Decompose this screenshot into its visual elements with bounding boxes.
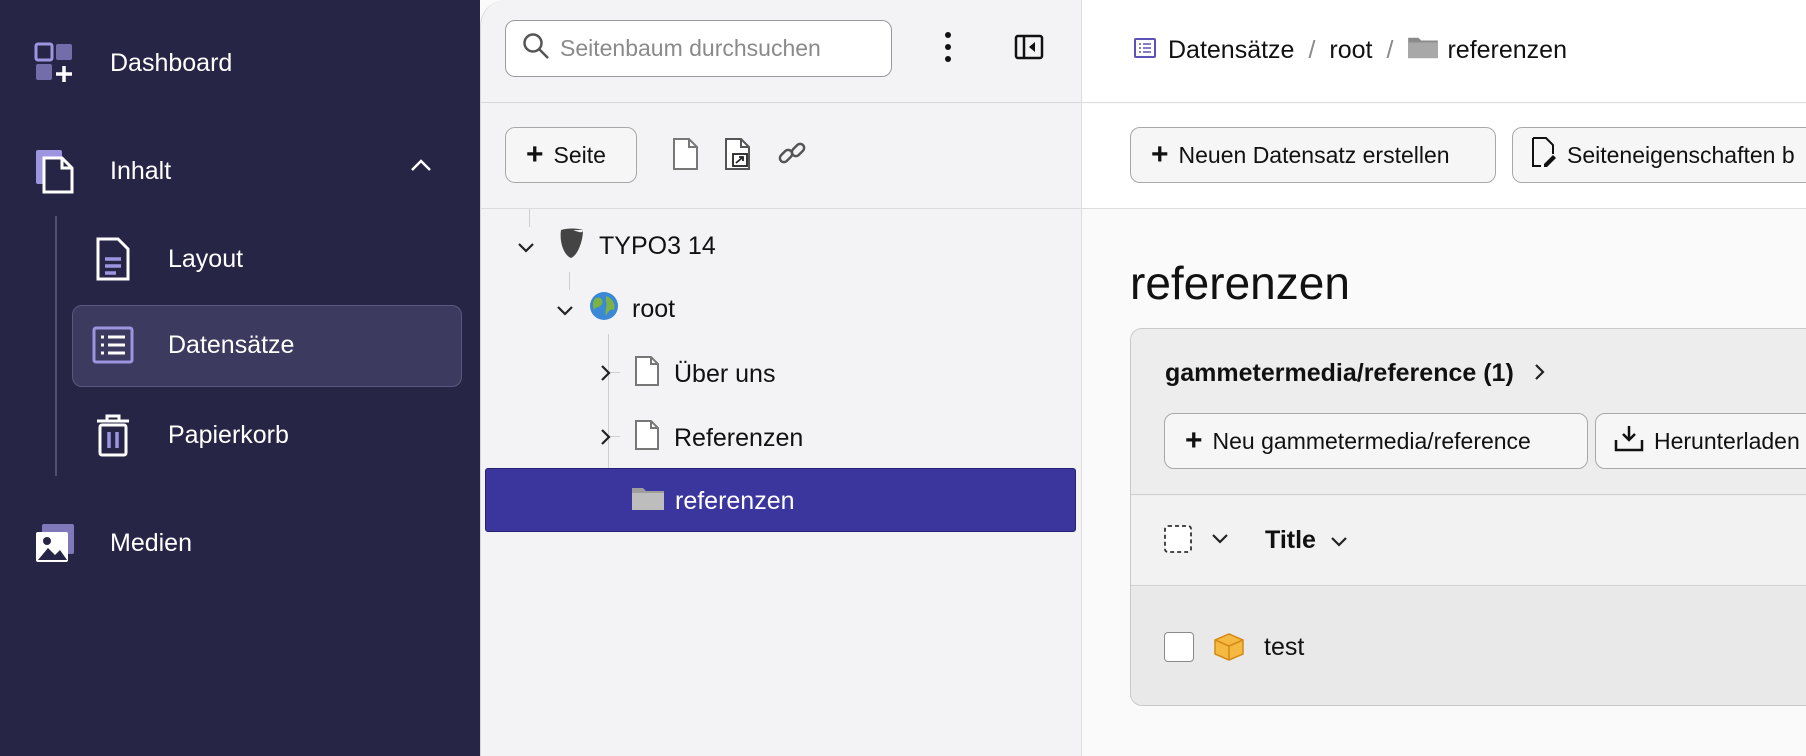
breadcrumb-separator: / [1308,36,1316,64]
tree-node-label: Referenzen [674,424,804,452]
page-tree-panel: + Seite TYPO3 14 root [480,0,1081,756]
page-icon [634,355,660,394]
more-options-icon[interactable] [943,30,953,69]
column-title-label: Title [1265,526,1316,554]
column-header-title[interactable]: Title [1265,526,1348,555]
edit-page-icon [1531,136,1557,174]
content-icon [32,148,78,194]
page-icon [634,419,660,458]
chevron-up-icon[interactable] [410,158,432,177]
record-panel-header: gammetermedia/reference (1) + Neu gammet… [1131,329,1806,495]
collapse-tree-icon[interactable] [1014,34,1044,65]
sidebar-item-layout[interactable]: Layout [90,236,243,282]
submenu-guide-line [55,216,57,476]
link-icon[interactable] [776,137,808,174]
trash-icon [90,412,136,458]
record-table-panel: gammetermedia/reference (1) + Neu gammet… [1130,328,1806,706]
new-page-button[interactable]: + Seite [505,127,637,183]
plus-icon: + [1185,424,1203,457]
layout-icon [90,236,136,282]
table-header-row: Title [1131,496,1806,586]
chevron-right-icon[interactable] [600,424,630,453]
sidebar-item-datensaetze[interactable]: Datensätze [90,322,294,368]
tree-node-label: TYPO3 14 [599,232,716,260]
row-checkbox[interactable] [1164,632,1194,662]
breadcrumb-item[interactable]: referenzen [1447,36,1567,65]
new-page-icon[interactable] [671,137,699,176]
record-title[interactable]: test [1264,633,1304,662]
chevron-down-icon[interactable] [517,232,547,261]
breadcrumb-separator: / [1386,36,1394,64]
sidebar-item-inhalt[interactable]: Inhalt [32,148,171,194]
download-icon [1614,424,1644,458]
search-input[interactable] [560,35,880,62]
sidebar-item-label: Medien [110,528,192,557]
tree-node-ueber-uns[interactable]: Über uns [600,355,775,394]
page-tree-header [481,0,1081,103]
dashboard-icon [32,40,78,86]
page-properties-button[interactable]: Seiteneigenschaften b [1512,127,1806,183]
media-icon [32,520,78,566]
breadcrumb-item[interactable]: Datensätze [1168,36,1294,65]
tree-node-label: root [632,295,676,323]
tree-node-referenzen-page[interactable]: Referenzen [600,419,803,458]
tree-node-label: Über uns [674,360,776,388]
sidebar-item-papierkorb[interactable]: Papierkorb [90,412,289,458]
plus-icon: + [1151,138,1169,171]
record-box-icon [1213,632,1245,667]
globe-icon [588,290,620,329]
sidebar-item-label: Papierkorb [168,420,289,449]
sidebar-item-dashboard[interactable]: Dashboard [32,40,232,86]
tree-node-typo3[interactable]: TYPO3 14 [517,226,716,267]
folder-icon [631,484,665,519]
page-shortcut-icon[interactable] [723,137,753,176]
sidebar-item-medien[interactable]: Medien [32,520,192,566]
search-box[interactable] [505,20,892,77]
folder-icon [1407,34,1439,67]
typo3-icon [557,226,587,267]
chevron-right-icon [1534,359,1546,388]
new-page-label: Seite [553,141,606,168]
new-record-button[interactable]: + Neuen Datensatz erstellen [1130,127,1496,183]
page-title: referenzen [1130,257,1350,309]
tree-node-label: referenzen [675,487,795,515]
chevron-down-icon [1330,526,1348,555]
download-label: Herunterladen [1654,427,1800,454]
tree-guide [569,272,570,290]
chevron-down-icon[interactable] [1211,532,1229,550]
chevron-right-icon[interactable] [600,360,630,389]
tree-node-root[interactable]: root [556,290,675,329]
content-area: Datensätze / root / referenzen + Neuen D… [1081,0,1806,756]
new-reference-button[interactable]: + Neu gammetermedia/reference [1164,413,1588,469]
table-row[interactable]: test [1131,587,1806,705]
sidebar-item-label: Dashboard [110,48,233,77]
records-icon [1134,36,1156,65]
search-icon [522,32,550,65]
download-button[interactable]: Herunterladen [1595,413,1806,469]
tree-guide [529,209,530,227]
plus-icon: + [526,138,544,171]
breadcrumb-item[interactable]: root [1329,36,1372,65]
new-record-label: Neuen Datensatz erstellen [1178,141,1450,168]
record-table-name: gammetermedia/reference (1) [1165,359,1514,387]
page-properties-label: Seiteneigenschaften b [1567,141,1795,168]
chevron-down-icon[interactable] [556,295,586,324]
new-reference-label: Neu gammetermedia/reference [1212,427,1531,454]
breadcrumb: Datensätze / root / referenzen [1134,34,1567,67]
tree-node-referenzen-folder[interactable]: referenzen [631,484,795,519]
record-panel-title[interactable]: gammetermedia/reference (1) [1165,359,1546,388]
sidebar-item-label: Inhalt [110,156,172,185]
records-icon [90,322,136,368]
module-sidebar: Dashboard Inhalt Layout Datensätze Papie… [0,0,480,756]
select-all-checkbox[interactable] [1163,524,1193,559]
sidebar-item-label: Layout [168,244,244,273]
sidebar-item-label: Datensätze [168,330,295,359]
